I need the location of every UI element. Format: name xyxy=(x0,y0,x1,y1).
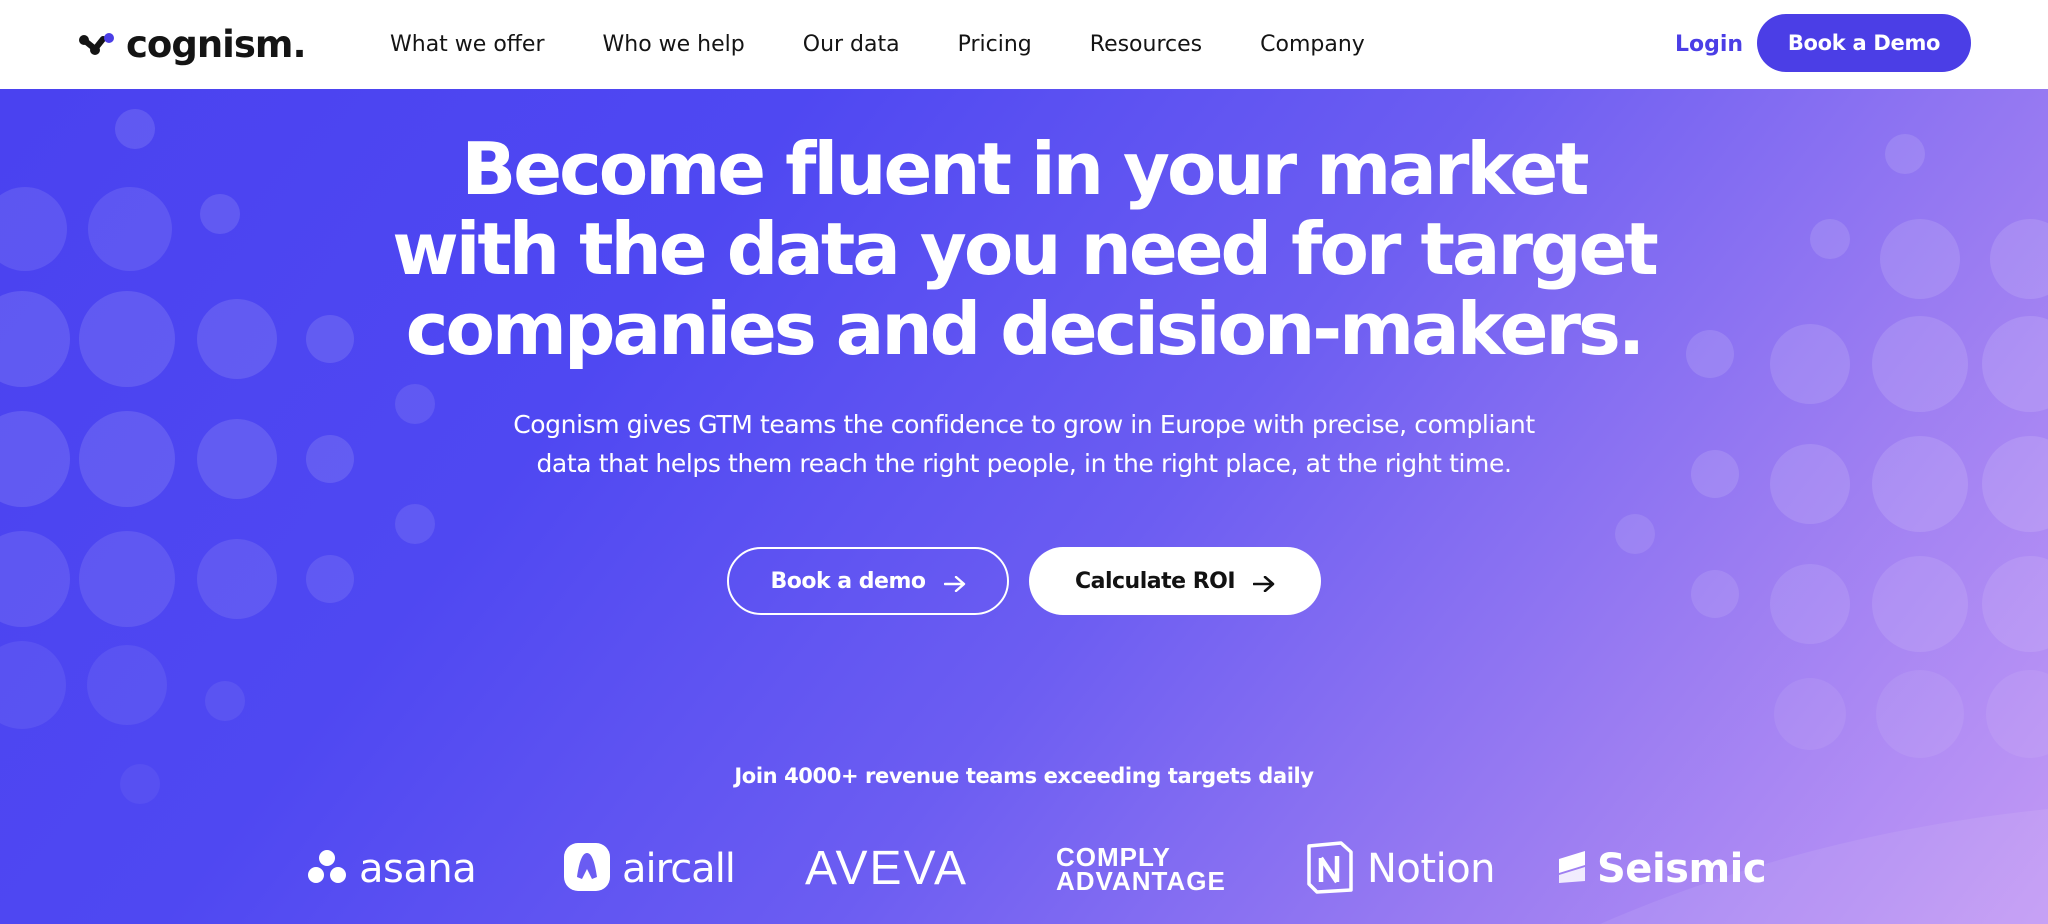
asana-logo: asana xyxy=(307,829,477,909)
seismic-logo: Seismic xyxy=(1557,829,1767,909)
hero-section: Become fluent in your market with the da… xyxy=(0,89,2048,924)
book-a-demo-header-button[interactable]: Book a Demo xyxy=(1757,14,1971,72)
asana-wordmark: asana xyxy=(359,846,477,892)
headline-line: companies and decision-makers. xyxy=(405,287,1645,371)
cognism-logo-icon xyxy=(78,30,118,60)
aveva-wordmark: AVEVA xyxy=(805,842,968,895)
customer-logo-row: asana aircall AVEVA COMPLY ADVANTAGE Not… xyxy=(0,829,2048,909)
seismic-wordmark: Seismic xyxy=(1597,846,1767,892)
hero-headline: Become fluent in your market with the da… xyxy=(0,129,2048,369)
trust-line: Join 4000+ revenue teams exceeding targe… xyxy=(734,764,1314,788)
nav-company[interactable]: Company xyxy=(1260,28,1365,62)
nav-what-we-offer[interactable]: What we offer xyxy=(390,28,545,62)
nav-our-data[interactable]: Our data xyxy=(803,28,900,62)
arrow-right-icon xyxy=(1252,573,1275,593)
subtext-line: Cognism gives GTM teams the confidence t… xyxy=(513,410,1535,439)
site-header: cognism. What we offer Who we help Our d… xyxy=(0,0,2048,89)
advantage-wordmark: ADVANTAGE xyxy=(1056,866,1226,896)
book-a-demo-button[interactable]: Book a demo xyxy=(727,547,1009,615)
headline-line: with the data you need for target xyxy=(392,207,1659,291)
nav-pricing[interactable]: Pricing xyxy=(958,28,1032,62)
calculate-roi-label: Calculate ROI xyxy=(1074,568,1236,594)
cognism-logo[interactable]: cognism. xyxy=(78,22,306,68)
main-nav: What we offer Who we help Our data Prici… xyxy=(390,28,1365,62)
logo-wordmark: cognism. xyxy=(126,23,306,66)
aveva-logo: AVEVA xyxy=(805,829,968,909)
nav-who-we-help[interactable]: Who we help xyxy=(603,28,745,62)
headline-line: Become fluent in your market xyxy=(461,127,1589,211)
arrow-right-icon xyxy=(943,573,966,593)
nav-resources[interactable]: Resources xyxy=(1090,28,1202,62)
aircall-logo: aircall xyxy=(564,829,736,909)
aircall-logo-icon xyxy=(564,842,610,896)
notion-logo-icon xyxy=(1305,840,1355,899)
comply-advantage-logo: COMPLY ADVANTAGE xyxy=(1056,829,1226,909)
asana-logo-icon xyxy=(307,849,347,890)
book-a-demo-label: Book a demo xyxy=(770,568,927,594)
login-link[interactable]: Login xyxy=(1675,28,1743,62)
subtext-line: data that helps them reach the right peo… xyxy=(536,449,1512,478)
calculate-roi-button[interactable]: Calculate ROI xyxy=(1029,547,1321,615)
hero-subtext: Cognism gives GTM teams the confidence t… xyxy=(0,405,2048,483)
notion-wordmark: Notion xyxy=(1367,846,1496,892)
seismic-logo-icon xyxy=(1557,849,1587,890)
notion-logo: Notion xyxy=(1305,829,1496,909)
aircall-wordmark: aircall xyxy=(622,846,736,892)
